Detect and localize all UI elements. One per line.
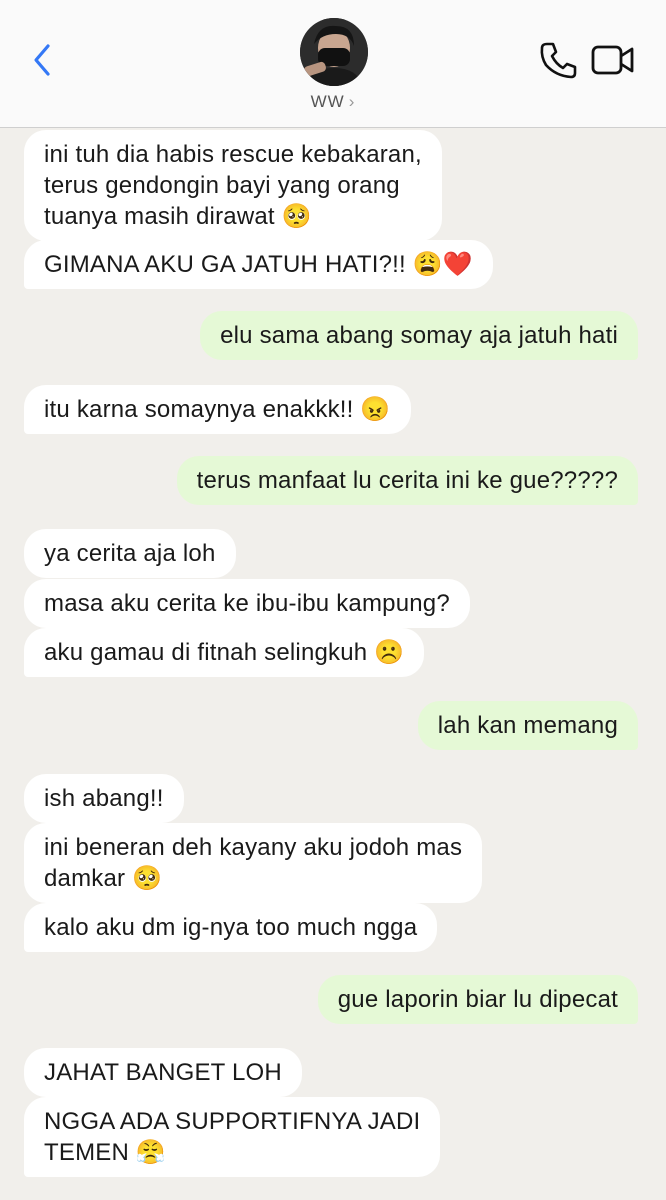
message-line: terus manfaat lu cerita ini ke gue????? [196, 467, 618, 494]
message-line: TEMEN 😤 [44, 1139, 166, 1166]
message-line: ini beneran deh kayany aku jodoh mas [44, 834, 463, 861]
incoming-message[interactable]: aku gamau di fitnah selingkuh ☹️ [24, 628, 425, 677]
incoming-message[interactable]: ish abang!! [24, 774, 184, 823]
message-line: gue laporin biar lu dipecat [337, 986, 618, 1013]
message-line: masa aku cerita ke ibu-ibu kampung? [44, 590, 450, 617]
message-line: kalo aku dm ig-nya too much ngga [44, 914, 418, 941]
phone-icon[interactable] [538, 40, 578, 80]
message-line: damkar 🥺 [44, 865, 163, 892]
incoming-message[interactable]: JAHAT BANGET LOH [24, 1048, 302, 1097]
avatar[interactable] [300, 18, 368, 86]
message-line: aku gamau di fitnah selingkuh ☹️ [44, 639, 405, 666]
message-line: ya cerita aja loh [44, 540, 216, 567]
incoming-message[interactable]: NGGA ADA SUPPORTIFNYA JADI TEMEN 😤 [24, 1097, 441, 1177]
outgoing-message[interactable]: gue laporin biar lu dipecat [317, 975, 638, 1024]
message-line: itu karna somaynya enakkk!! 😠 [44, 396, 391, 423]
message-line: lah kan memang [437, 712, 618, 739]
message-list[interactable]: ini tuh dia habis rescue kebakaran, teru… [0, 128, 666, 1200]
message-line: terus gendongin bayi yang orang [44, 172, 400, 199]
chevron-right-icon: › [348, 92, 356, 111]
incoming-message[interactable]: kalo aku dm ig-nya too much ngga [24, 903, 438, 952]
message-line: tuanya masih dirawat 🥺 [44, 203, 312, 230]
message-line: elu sama abang somay aja jatuh hati [220, 322, 618, 349]
message-line: NGGA ADA SUPPORTIFNYA JADI [44, 1108, 421, 1135]
incoming-message[interactable]: GIMANA AKU GA JATUH HATI?!! 😩❤️ [24, 240, 493, 289]
video-call-icon[interactable] [590, 40, 636, 80]
incoming-message[interactable]: itu karna somaynya enakkk!! 😠 [24, 385, 411, 434]
message-line: ish abang!! [44, 785, 164, 812]
contact-name[interactable]: WW › [0, 92, 666, 112]
outgoing-message[interactable]: lah kan memang [417, 701, 638, 750]
incoming-message[interactable]: ya cerita aja loh [24, 529, 236, 578]
incoming-message[interactable]: ini beneran deh kayany aku jodoh mas dam… [24, 823, 483, 903]
contact-name-text: WW [310, 92, 345, 111]
message-line: ini tuh dia habis rescue kebakaran, [44, 141, 422, 168]
message-line: GIMANA AKU GA JATUH HATI?!! 😩❤️ [44, 251, 473, 278]
back-chevron-icon[interactable] [28, 42, 58, 78]
outgoing-message[interactable]: elu sama abang somay aja jatuh hati [200, 311, 638, 360]
incoming-message[interactable]: ini tuh dia habis rescue kebakaran, teru… [24, 130, 442, 241]
incoming-message[interactable]: masa aku cerita ke ibu-ibu kampung? [24, 579, 470, 628]
outgoing-message[interactable]: terus manfaat lu cerita ini ke gue????? [176, 456, 638, 505]
chat-header: WW › [0, 0, 666, 128]
message-line: JAHAT BANGET LOH [44, 1059, 282, 1086]
